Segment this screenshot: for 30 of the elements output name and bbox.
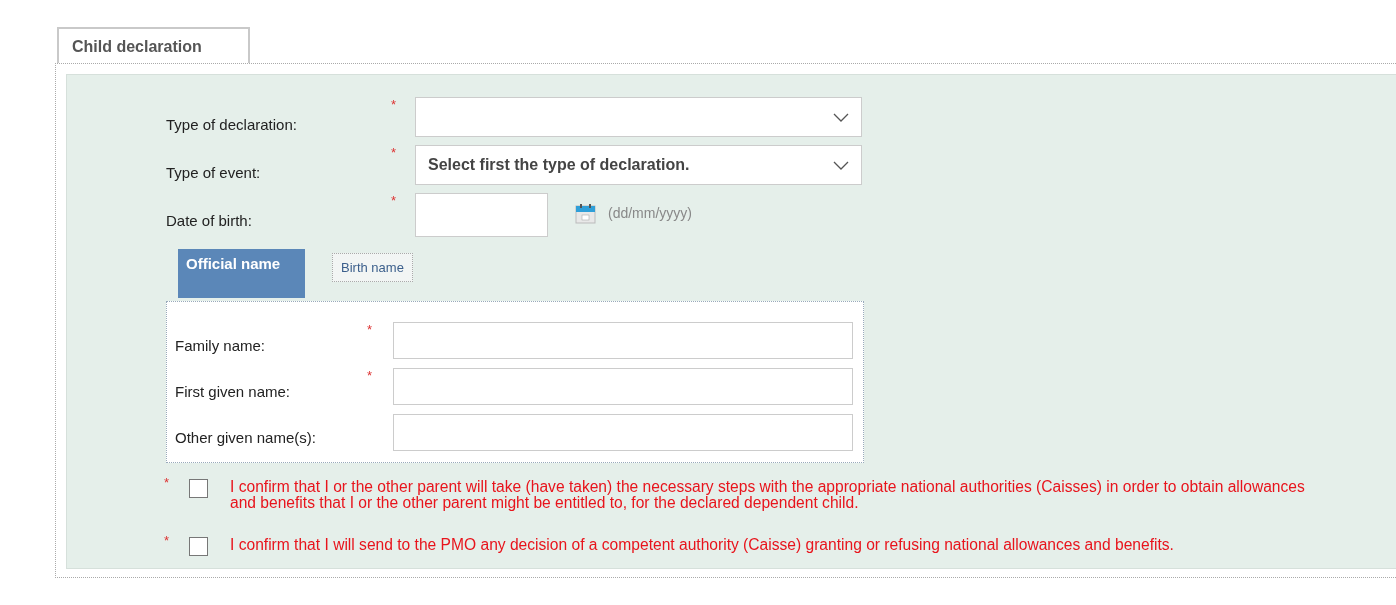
name-tab[interactable]: Birth name (332, 253, 413, 282)
text-field[interactable] (393, 414, 853, 451)
field-label: First given name: (175, 382, 292, 400)
text-field[interactable] (393, 368, 853, 405)
required-mark: * (164, 533, 171, 548)
chevron-down-icon (833, 112, 849, 122)
confirmation-text: I confirm that I or the other parent will take (have taken) the necessary steps with the appropriate national authorities (Caisses) in order to obtain allowances and benefits that I or the other parent might be entitled to, for the declared dependent child. (230, 477, 1306, 511)
name-tab[interactable]: Official name (178, 249, 305, 298)
format-hint: (dd/mm/yyyy) (608, 205, 692, 221)
field-label: Type of declaration: (166, 114, 298, 133)
checkbox[interactable] (189, 479, 208, 498)
field-label: Other given name(s): (175, 428, 317, 446)
field-label: Type of event: (166, 162, 262, 181)
date-field[interactable] (415, 193, 548, 237)
field-label: Date of birth: (166, 210, 253, 229)
field-label: Family name: (175, 336, 267, 354)
calendar-icon[interactable] (575, 202, 596, 224)
required-mark: * (391, 145, 398, 160)
required-mark: * (367, 322, 374, 337)
required-mark: * (164, 475, 171, 490)
required-mark: * (367, 368, 374, 383)
dropdown[interactable]: Select first the type of declaration. (415, 145, 862, 185)
text-field[interactable] (393, 322, 853, 359)
confirmation-text: I confirm that I will send to the PMO any decision of a competent authority (Caisse) granting or refusing national allowances and benefits. (230, 535, 1175, 553)
chevron-down-icon (833, 160, 849, 170)
checkbox[interactable] (189, 537, 208, 556)
section-tab[interactable]: Child declaration (57, 27, 250, 63)
required-mark: * (391, 97, 398, 112)
dropdown[interactable] (415, 97, 862, 137)
required-mark: * (391, 193, 398, 208)
